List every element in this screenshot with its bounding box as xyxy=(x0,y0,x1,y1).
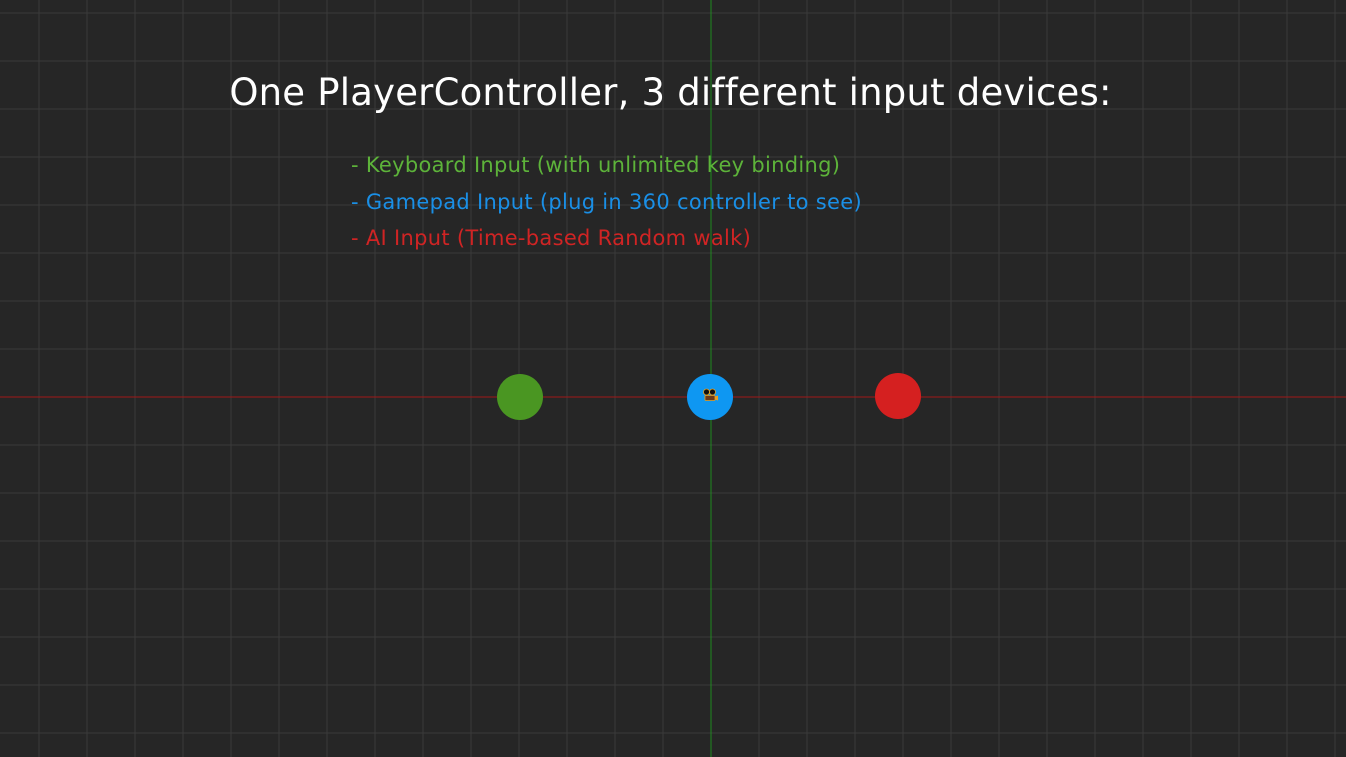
game-viewport[interactable]: One PlayerController, 3 different input … xyxy=(0,0,1346,757)
ai-player-circle[interactable] xyxy=(875,373,921,419)
keyboard-input-label: - Keyboard Input (with unlimited key bin… xyxy=(351,153,841,177)
keyboard-player-circle[interactable] xyxy=(497,374,543,420)
input-device-list: - Keyboard Input (with unlimited key bin… xyxy=(351,147,862,257)
gamepad-input-label: - Gamepad Input (plug in 360 controller … xyxy=(351,189,862,214)
scene-title: One PlayerController, 3 different input … xyxy=(229,71,1112,114)
camera-icon xyxy=(703,388,718,401)
ai-input-label: - AI Input (Time-based Random walk) xyxy=(351,226,752,250)
